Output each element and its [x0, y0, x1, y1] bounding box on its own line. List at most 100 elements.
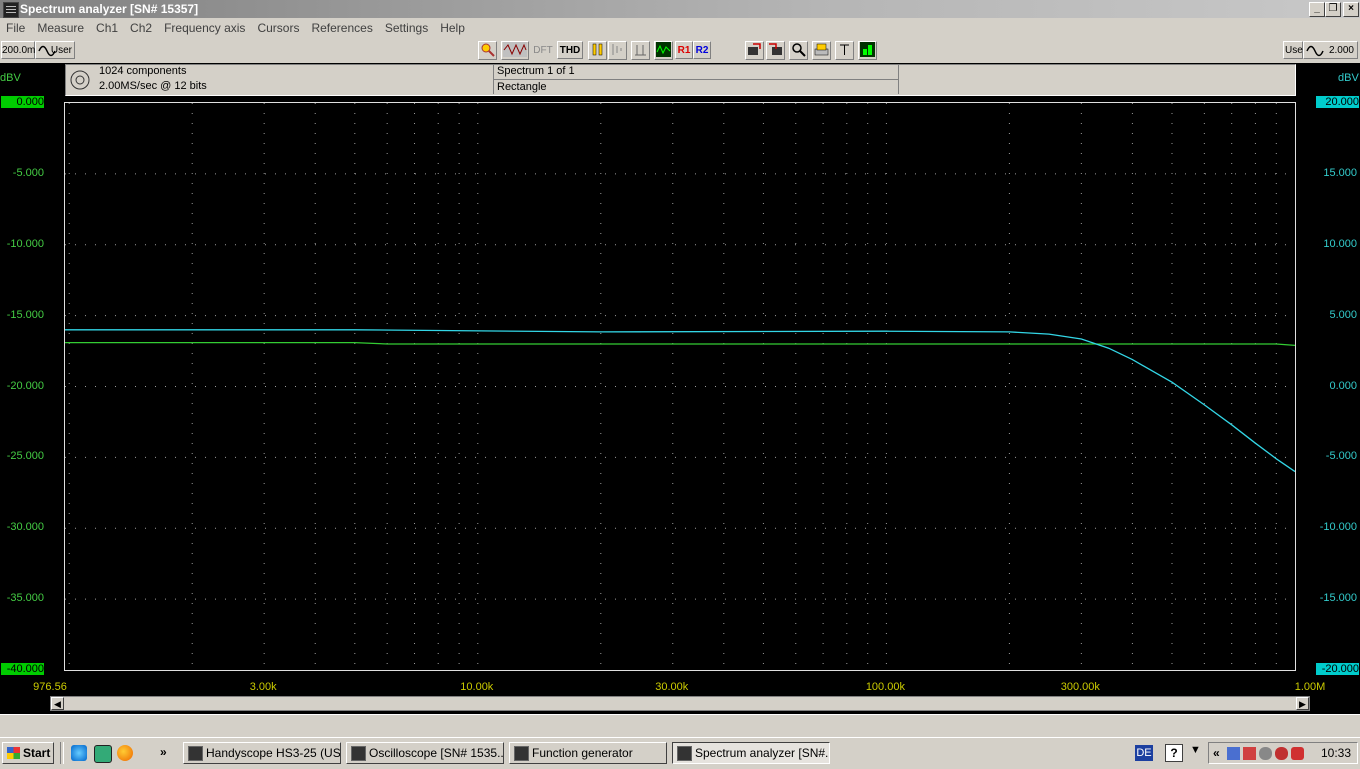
info-strip: 1024 components 2.00MS/sec @ 12 bits Spe… — [0, 63, 1360, 97]
window-function-text: Rectangle — [497, 81, 547, 93]
right-axis-unit: dBV — [1338, 72, 1359, 84]
frequency-tick-label: 10.00k — [460, 681, 494, 693]
series-line-ch2 — [65, 329, 1296, 473]
right-axis-tick-label: -20.000 — [1316, 663, 1359, 675]
network-icon[interactable] — [1227, 747, 1240, 760]
menu-settings[interactable]: Settings — [379, 18, 434, 35]
zoom-icon[interactable] — [789, 41, 808, 60]
task-function-generator[interactable]: Function generator — [509, 742, 667, 764]
help-button[interactable]: ? — [1165, 744, 1183, 762]
sine-wave-icon — [1306, 45, 1324, 57]
ch1-range-button[interactable]: 200.0m — [1, 41, 35, 59]
language-bar-options-icon[interactable]: ▼ — [1190, 744, 1201, 756]
start-button[interactable]: Start — [2, 742, 54, 764]
ch1-mode-button[interactable]: User — [35, 41, 75, 59]
security-shield-icon[interactable] — [1291, 747, 1304, 760]
trigger-icon[interactable] — [608, 41, 627, 60]
desktop-icon[interactable] — [94, 745, 112, 763]
firefox-icon[interactable] — [117, 745, 133, 761]
ref2-button[interactable]: R2 — [693, 41, 711, 59]
task-label: Spectrum analyzer [SN#... — [695, 746, 830, 760]
export-icon[interactable] — [745, 41, 764, 60]
scroll-left-arrow-icon[interactable]: ◀ — [51, 697, 64, 710]
menu-help[interactable]: Help — [434, 18, 471, 35]
left-axis-tick-label: 0.000 — [1, 96, 44, 108]
quick-launch-more[interactable]: » — [160, 745, 167, 759]
right-axis-tick-label: -10.000 — [1319, 521, 1357, 534]
scroll-right-arrow-icon[interactable]: ▶ — [1296, 697, 1309, 710]
probe-icon[interactable] — [478, 41, 497, 60]
start-label: Start — [23, 746, 51, 760]
pause-icon[interactable] — [588, 41, 607, 60]
ch2-range-label: 2.000 — [1328, 45, 1354, 56]
right-axis-tick-label: 20.000 — [1316, 96, 1359, 108]
sine-wave-icon — [38, 45, 56, 57]
horizontal-scrollbar[interactable]: ◀ ▶ — [50, 696, 1310, 711]
record-icon[interactable] — [67, 67, 93, 93]
ch2-mode-label[interactable]: User — [1283, 41, 1306, 59]
left-axis-tick-label: -20.000 — [6, 379, 44, 392]
title-bar[interactable]: Spectrum analyzer [SN# 15357] _ ❐ × — [0, 0, 1360, 18]
task-oscilloscope[interactable]: Oscilloscope [SN# 1535... — [346, 742, 504, 764]
left-axis-unit: dBV — [0, 72, 21, 84]
right-axis-tick-label: 10.000 — [1323, 237, 1357, 250]
spectrum-plot[interactable] — [64, 102, 1296, 671]
frequency-tick-label: 1.00M — [1294, 681, 1326, 693]
info-divider — [494, 79, 898, 80]
series-line-ch1 — [65, 341, 1296, 347]
frequency-tick-label: 3.00k — [249, 681, 277, 693]
right-axis-tick-label: -15.000 — [1319, 592, 1357, 605]
left-axis-tick-label: -35.000 — [6, 592, 44, 605]
left-axis-tick-label: -25.000 — [6, 450, 44, 463]
status-bar — [0, 714, 1360, 738]
network-disconnected-icon[interactable] — [1243, 747, 1256, 760]
close-button[interactable]: × — [1343, 2, 1359, 17]
waveform-icon[interactable] — [501, 41, 529, 60]
internet-explorer-icon[interactable] — [71, 745, 87, 761]
menu-cursors[interactable]: Cursors — [251, 18, 305, 35]
top-icon[interactable] — [835, 41, 854, 60]
left-axis-tick-label: -5.000 — [12, 166, 44, 179]
menu-references[interactable]: References — [305, 18, 378, 35]
wireless-icon[interactable] — [1275, 747, 1288, 760]
dft-button[interactable]: DFT — [531, 41, 555, 59]
window-title: Spectrum analyzer [SN# 15357] — [20, 2, 199, 16]
menu-ch2[interactable]: Ch2 — [124, 18, 158, 35]
left-axis-tick-label: -10.000 — [6, 237, 44, 250]
task-handyscope[interactable]: Handyscope HS3-25 (US... — [183, 742, 341, 764]
scope-view-icon[interactable] — [654, 41, 673, 60]
menu-measure[interactable]: Measure — [31, 18, 90, 35]
frequency-tick-label: 300.00k — [1060, 681, 1100, 693]
menu-file[interactable]: File — [0, 18, 31, 35]
minimize-button[interactable]: _ — [1309, 2, 1325, 17]
print-icon[interactable] — [812, 41, 831, 60]
ruler-icon[interactable] — [631, 41, 650, 60]
menu-ch1[interactable]: Ch1 — [90, 18, 124, 35]
thd-button[interactable]: THD — [557, 41, 583, 59]
app-icon — [514, 746, 529, 761]
frequency-tick-label: 30.00k — [655, 681, 689, 693]
toolbar: 200.0m User DFT THD R1 R2 User 2.000 — [0, 38, 1360, 64]
info-panel — [65, 64, 1296, 96]
components-text: 1024 components — [99, 65, 187, 77]
app-icon — [351, 746, 366, 761]
import-icon[interactable] — [766, 41, 785, 60]
restore-button[interactable]: ❐ — [1325, 2, 1341, 17]
menu-bar: File Measure Ch1 Ch2 Frequency axis Cursors Re… — [0, 18, 1360, 38]
ref1-button[interactable]: R1 — [675, 41, 693, 59]
app-icon — [677, 746, 692, 761]
app-icon — [188, 746, 203, 761]
menu-frequency-axis[interactable]: Frequency axis — [158, 18, 251, 35]
grid — [65, 103, 1295, 670]
task-label: Handyscope HS3-25 (US... — [206, 746, 341, 760]
taskbar: Start » Handyscope HS3-25 (US... Oscillo… — [0, 737, 1360, 769]
info-divider — [898, 64, 899, 94]
meter-icon[interactable] — [858, 41, 877, 60]
usb-icon[interactable] — [1259, 747, 1272, 760]
system-tray: « 10:33 — [1208, 742, 1358, 764]
language-indicator[interactable]: DE — [1135, 745, 1153, 761]
show-hidden-icons[interactable]: « — [1213, 746, 1220, 760]
ch2-range-button[interactable]: 2.000 — [1303, 41, 1358, 59]
frequency-tick-label: 100.00k — [865, 681, 905, 693]
task-spectrum-analyzer[interactable]: Spectrum analyzer [SN#... — [672, 742, 830, 764]
